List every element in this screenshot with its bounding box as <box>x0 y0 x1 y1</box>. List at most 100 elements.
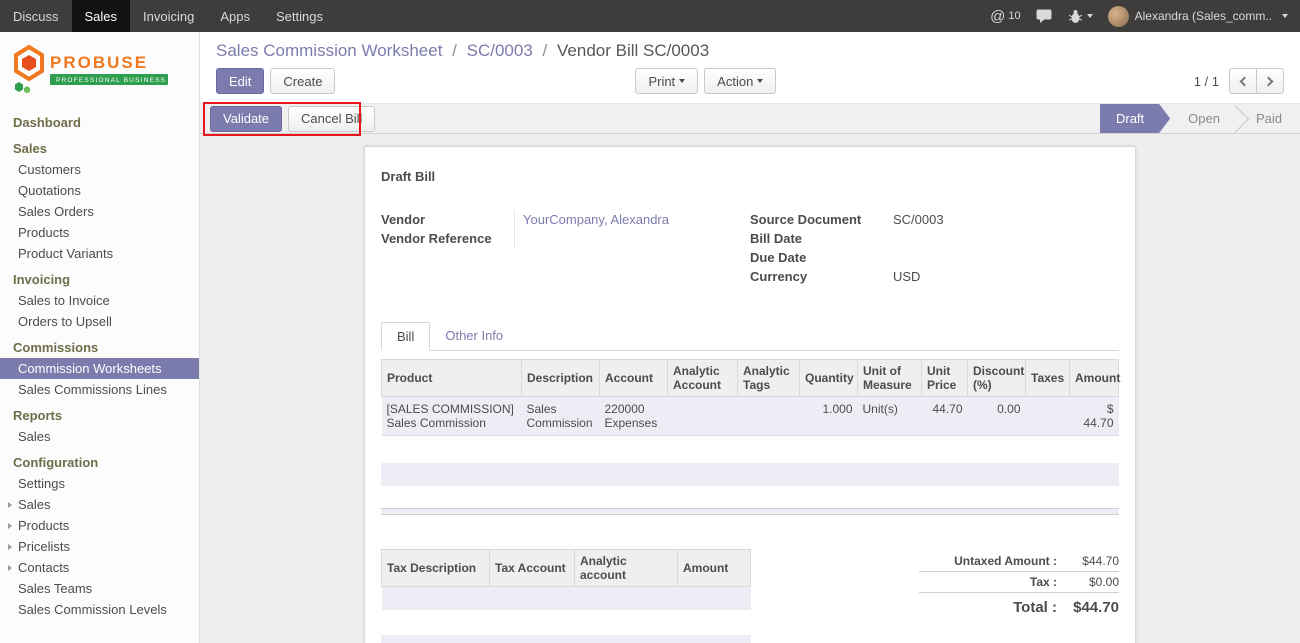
due-date-label: Due Date <box>750 248 893 267</box>
avatar <box>1108 6 1129 27</box>
vendor-reference-label: Vendor Reference <box>381 229 514 248</box>
cell-description: Sales Commission <box>522 397 600 436</box>
topbar-menu-apps[interactable]: Apps <box>207 0 263 32</box>
tax-total-label: Tax : <box>919 575 1057 589</box>
sidebar-item-sales-commissions-lines[interactable]: Sales Commissions Lines <box>0 379 199 400</box>
action-dropdown-button[interactable]: Action <box>704 68 776 94</box>
total-label: Total : <box>919 599 1057 616</box>
sidebar-section-configuration: Configuration <box>0 452 199 473</box>
col-tax-analytic-account: Analytic account <box>575 550 678 587</box>
col-account: Account <box>600 360 668 397</box>
vendor-value-link[interactable]: YourCompany, Alexandra <box>514 210 750 229</box>
debug-menu[interactable] <box>1068 9 1093 24</box>
sidebar-item-sales-to-invoice[interactable]: Sales to Invoice <box>0 290 199 311</box>
sidebar-item-config-contacts[interactable]: Contacts <box>0 557 199 578</box>
breadcrumb-worksheet-link[interactable]: Sales Commission Worksheet <box>216 41 442 60</box>
sidebar-item-sales-teams[interactable]: Sales Teams <box>0 578 199 599</box>
sidebar-item-config-pricelists[interactable]: Pricelists <box>0 536 199 557</box>
pager-previous-button[interactable] <box>1229 68 1257 94</box>
sidebar-item-sales-commission-levels[interactable]: Sales Commission Levels <box>0 599 199 620</box>
invoice-lines-table: Product Description Account Analytic Acc… <box>381 359 1119 436</box>
at-icon: @ <box>990 8 1005 25</box>
sidebar-item-orders-to-upsell[interactable]: Orders to Upsell <box>0 311 199 332</box>
source-document-label: Source Document <box>750 210 893 229</box>
breadcrumb-current: Vendor Bill SC/0003 <box>557 41 709 60</box>
probuse-logo: PROBUSE PROFESSIONAL BUSINESS <box>10 44 186 94</box>
breadcrumb-record-link[interactable]: SC/0003 <box>467 41 533 60</box>
currency-value: USD <box>893 267 920 286</box>
mentions-counter[interactable]: @ 10 <box>990 8 1020 25</box>
breadcrumb-separator: / <box>447 41 462 60</box>
app-logo[interactable]: PROBUSE PROFESSIONAL BUSINESS <box>0 32 199 107</box>
sidebar-item-sales-orders[interactable]: Sales Orders <box>0 201 199 222</box>
app-window: Discuss Sales Invoicing Apps Settings @ … <box>0 0 1300 643</box>
form-view: Draft Bill Vendor YourCompany, Alexandra… <box>200 134 1300 643</box>
status-draft[interactable]: Draft <box>1100 104 1170 133</box>
status-open[interactable]: Open <box>1170 104 1238 133</box>
col-quantity: Quantity <box>800 360 858 397</box>
col-tax-description: Tax Description <box>382 550 490 587</box>
col-description: Description <box>522 360 600 397</box>
sidebar: PROBUSE PROFESSIONAL BUSINESS Dashboard … <box>0 32 200 643</box>
sidebar-item-config-settings[interactable]: Settings <box>0 473 199 494</box>
sidebar-item-config-products[interactable]: Products <box>0 515 199 536</box>
sidebar-section-dashboard[interactable]: Dashboard <box>0 112 199 133</box>
edit-button[interactable]: Edit <box>216 68 264 94</box>
form-sheet: Draft Bill Vendor YourCompany, Alexandra… <box>364 146 1136 643</box>
lines-header-row: Product Description Account Analytic Acc… <box>382 360 1119 397</box>
print-dropdown-button[interactable]: Print <box>635 68 698 94</box>
create-button[interactable]: Create <box>270 68 335 94</box>
sidebar-item-config-sales[interactable]: Sales <box>0 494 199 515</box>
topbar-menu-settings[interactable]: Settings <box>263 0 336 32</box>
cell-analytic-account <box>668 397 738 436</box>
logo-tagline: PROFESSIONAL BUSINESS <box>56 77 166 84</box>
cell-taxes <box>1026 397 1070 436</box>
cell-uom: Unit(s) <box>858 397 922 436</box>
sidebar-item-products[interactable]: Products <box>0 222 199 243</box>
button-row: Edit Create Print Action 1 / 1 <box>216 68 1284 94</box>
notebook-tabs: Bill Other Info <box>381 322 1119 351</box>
user-name: Alexandra (Sales_comm.. <box>1135 9 1272 23</box>
vendor-label: Vendor <box>381 210 514 229</box>
user-menu[interactable]: Alexandra (Sales_comm.. <box>1108 6 1288 27</box>
col-product: Product <box>382 360 522 397</box>
tax-empty-cell <box>382 587 490 610</box>
col-unit-of-measure: Unit of Measure <box>858 360 922 397</box>
field-group: Vendor YourCompany, Alexandra Vendor Ref… <box>381 210 1119 286</box>
caret-down-icon <box>679 79 685 83</box>
empty-tax-row[interactable] <box>381 635 751 643</box>
tax-empty-row[interactable] <box>382 587 751 610</box>
cell-quantity: 1.000 <box>800 397 858 436</box>
status-paid[interactable]: Paid <box>1238 104 1300 133</box>
col-unit-price: Unit Price <box>922 360 968 397</box>
sidebar-item-reports-sales[interactable]: Sales <box>0 426 199 447</box>
control-panel: Sales Commission Worksheet / SC/0003 / V… <box>200 32 1300 103</box>
sidebar-item-quotations[interactable]: Quotations <box>0 180 199 201</box>
action-dropdowns: Print Action <box>635 68 776 94</box>
bug-icon <box>1068 9 1083 24</box>
validate-button[interactable]: Validate <box>210 106 282 132</box>
invoice-line-row[interactable]: [SALES COMMISSION] Sales Commission Sale… <box>382 397 1119 436</box>
untaxed-amount-value: $44.70 <box>1057 554 1119 568</box>
tax-header-row: Tax Description Tax Account Analytic acc… <box>382 550 751 587</box>
sidebar-item-product-variants[interactable]: Product Variants <box>0 243 199 264</box>
topbar-menu-invoicing[interactable]: Invoicing <box>130 0 207 32</box>
col-taxes: Taxes <box>1026 360 1070 397</box>
cell-amount: $ 44.70 <box>1070 397 1119 436</box>
col-tax-amount: Amount <box>678 550 751 587</box>
cell-product: [SALES COMMISSION] Sales Commission <box>382 397 522 436</box>
tab-other-info[interactable]: Other Info <box>430 322 518 350</box>
cancel-bill-button[interactable]: Cancel Bill <box>288 106 375 132</box>
topbar-menu-discuss[interactable]: Discuss <box>0 0 72 32</box>
topbar-menu-sales[interactable]: Sales <box>72 0 131 32</box>
tab-bill[interactable]: Bill <box>381 322 430 351</box>
sidebar-item-customers[interactable]: Customers <box>0 159 199 180</box>
cell-analytic-tags <box>738 397 800 436</box>
bottom-section: Tax Description Tax Account Analytic acc… <box>381 549 1119 619</box>
messages-icon[interactable] <box>1036 9 1053 24</box>
empty-line-row[interactable] <box>381 463 1119 486</box>
pager-next-button[interactable] <box>1256 68 1284 94</box>
vendor-reference-value <box>514 229 750 248</box>
print-label: Print <box>648 74 675 89</box>
sidebar-item-commission-worksheets[interactable]: Commission Worksheets <box>0 358 199 379</box>
